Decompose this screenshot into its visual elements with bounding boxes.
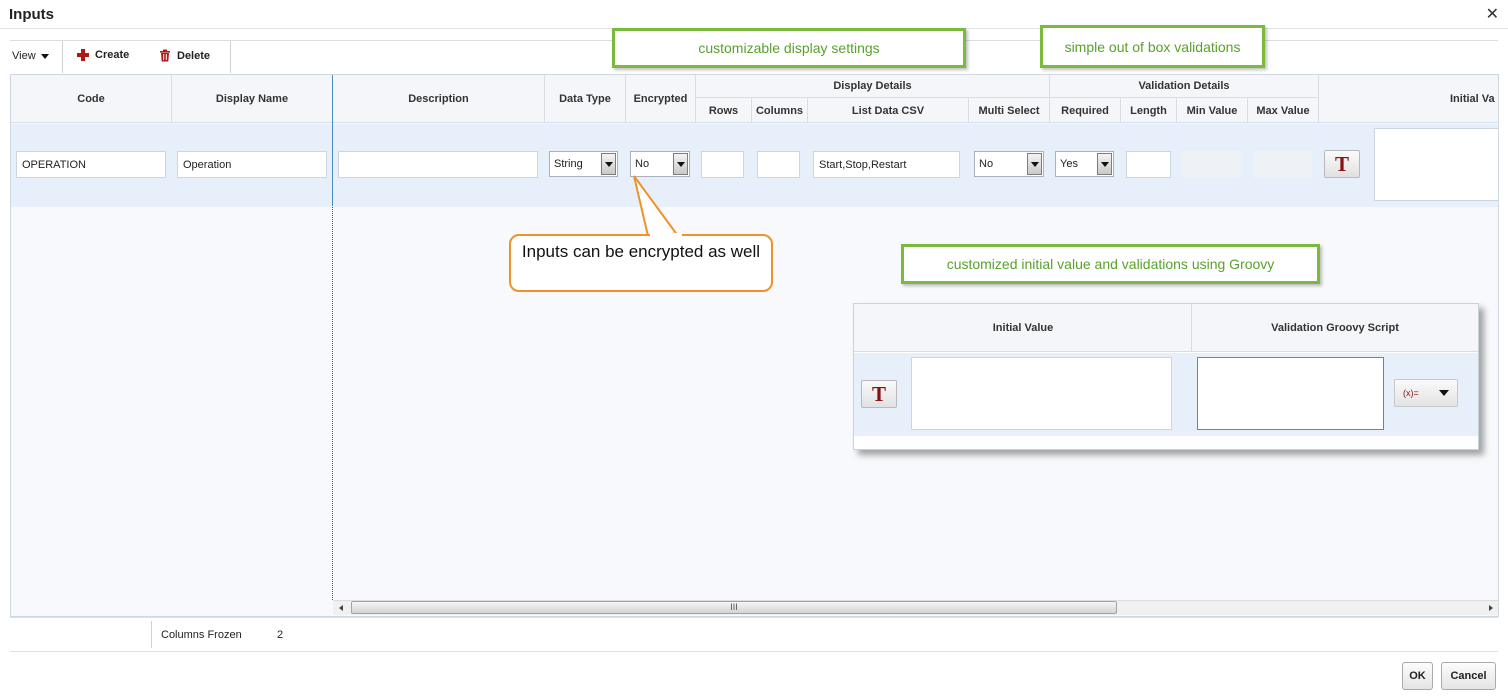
dialog-title: Inputs [9,6,54,23]
text-type-button[interactable]: T [1324,150,1360,178]
columns-frozen-label: Columns Frozen [161,629,242,641]
view-menu-label: View [12,50,36,62]
column-header-columns[interactable]: Columns [752,98,807,123]
cancel-button[interactable]: Cancel [1441,662,1496,690]
column-header-encrypted[interactable]: Encrypted [626,75,695,123]
multi-select-select[interactable]: No [974,151,1044,177]
max-value-input [1253,151,1312,178]
delete-button-label: Delete [177,49,211,62]
chevron-down-icon [1439,390,1449,396]
callout-groovy: customized initial value and validations… [901,244,1320,284]
column-group-display-details: Display Details [833,80,912,92]
expression-label: (x)= [1403,388,1419,398]
dropdown-button[interactable] [601,153,616,175]
scrollbar-thumb[interactable]: III [351,601,1117,614]
column-header-list-data-csv[interactable]: List Data CSV [808,98,968,123]
description-input[interactable] [338,151,538,178]
column-header-code[interactable]: Code [11,75,171,123]
frozen-columns-divider[interactable] [332,75,333,206]
toolbar-separator [62,41,63,73]
column-header-max-value[interactable]: Max Value [1248,98,1318,123]
create-button[interactable]: Create [77,49,129,61]
columns-frozen-value: 2 [277,629,284,641]
list-data-csv-input[interactable]: Start,Stop,Restart [813,151,960,178]
length-input[interactable] [1126,151,1171,178]
column-header-display-name[interactable]: Display Name [172,75,332,123]
dropdown-button[interactable] [1097,153,1112,175]
data-type-select[interactable]: String [549,151,618,177]
column-header-length[interactable]: Length [1121,98,1176,123]
scroll-right-icon[interactable] [1489,605,1493,611]
chevron-down-icon [676,161,685,167]
chevron-down-icon [1100,161,1109,167]
status-separator [151,621,152,648]
column-header-min-value[interactable]: Min Value [1177,98,1247,123]
create-button-label: Create [95,49,130,61]
initial-value-textarea[interactable] [1374,128,1498,201]
column-header-initial-value[interactable]: Initial Va [1450,75,1498,123]
frozen-columns-divider [332,207,333,600]
column-header-required[interactable]: Required [1050,98,1120,123]
callout-encrypted: Inputs can be encrypted as well [509,234,773,292]
chevron-down-icon [1030,161,1039,167]
text-type-button[interactable]: T [861,380,897,408]
dropdown-button[interactable] [1027,153,1042,175]
multi-select-value: No [979,158,994,170]
required-select[interactable]: Yes [1055,151,1114,177]
expression-dropdown[interactable]: (x)= [1394,379,1458,407]
column-header-description[interactable]: Description [333,75,544,123]
callout-display-settings: customizable display settings [612,28,966,68]
column-group-validation-details: Validation Details [1138,80,1230,92]
validation-script-textarea[interactable] [1197,357,1384,430]
scroll-left-icon[interactable] [339,605,343,611]
column-header-validation-script[interactable]: Validation Groovy Script [1192,304,1478,352]
encrypted-value: No [635,158,650,170]
plus-icon [77,49,89,61]
data-type-value: String [554,158,583,170]
initial-value-textarea[interactable] [911,357,1172,430]
chevron-down-icon [604,161,613,167]
footer-divider [10,651,1498,652]
close-icon[interactable]: ✕ [1486,4,1499,24]
rows-input[interactable] [701,151,744,178]
column-header-rows[interactable]: Rows [696,98,751,123]
chevron-down-icon [40,53,49,59]
columns-input[interactable] [757,151,800,178]
groovy-detail-panel: Initial Value Validation Groovy Script T… [853,303,1479,450]
callout-validations: simple out of box validations [1040,25,1265,68]
toolbar-separator [230,41,231,73]
display-name-input[interactable]: Operation [177,151,327,178]
column-header-initial-value[interactable]: Initial Value [855,304,1191,352]
required-value: Yes [1060,158,1078,170]
min-value-input [1182,151,1241,178]
callout-pointer [633,175,680,237]
delete-button[interactable]: Delete [159,49,210,62]
trash-icon [160,49,170,62]
code-input[interactable]: OPERATION [16,151,166,178]
column-header-data-type[interactable]: Data Type [545,75,625,123]
view-menu[interactable]: View [12,50,49,62]
column-header-multi-select[interactable]: Multi Select [969,98,1049,123]
status-divider [10,617,1498,618]
ok-button[interactable]: OK [1402,662,1433,690]
